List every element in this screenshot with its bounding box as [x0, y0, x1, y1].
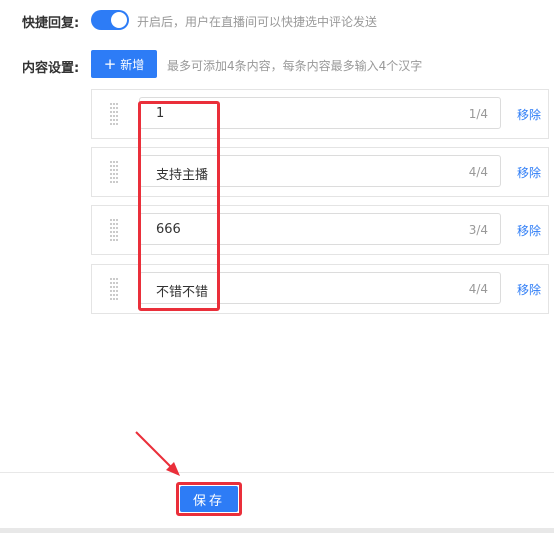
drag-handle-icon[interactable] [109, 160, 119, 184]
quick-reply-label: 快捷回复: [22, 16, 80, 31]
drag-handle-icon[interactable] [109, 102, 119, 126]
remove-link[interactable]: 移除 [517, 106, 541, 123]
quick-reply-hint: 开启后，用户在直播间可以快捷选中评论发送 [137, 15, 378, 29]
remove-link[interactable]: 移除 [517, 281, 541, 298]
annotation-highlight-box [138, 101, 220, 311]
quick-reply-toggle[interactable] [91, 10, 129, 30]
plus-icon: + [103, 54, 117, 73]
footer-bottom-bar [0, 528, 554, 533]
add-content-button-label: 新增 [120, 57, 145, 72]
add-content-button[interactable]: + 新增 [91, 50, 157, 78]
char-counter: 4/4 [468, 165, 488, 179]
drag-handle-icon[interactable] [109, 218, 119, 242]
char-counter: 1/4 [468, 107, 488, 121]
remove-link[interactable]: 移除 [517, 164, 541, 181]
save-highlight-box: 保存 [176, 482, 242, 516]
content-settings-hint: 最多可添加4条内容，每条内容最多输入4个汉字 [167, 59, 423, 73]
drag-handle-icon[interactable] [109, 277, 119, 301]
annotation-arrow-icon [135, 431, 180, 476]
remove-link[interactable]: 移除 [517, 222, 541, 239]
char-counter: 3/4 [468, 223, 488, 237]
toggle-knob [111, 12, 127, 28]
content-settings-label: 内容设置: [22, 61, 80, 76]
footer-divider [0, 472, 554, 473]
save-button[interactable]: 保存 [180, 486, 238, 512]
char-counter: 4/4 [468, 282, 488, 296]
